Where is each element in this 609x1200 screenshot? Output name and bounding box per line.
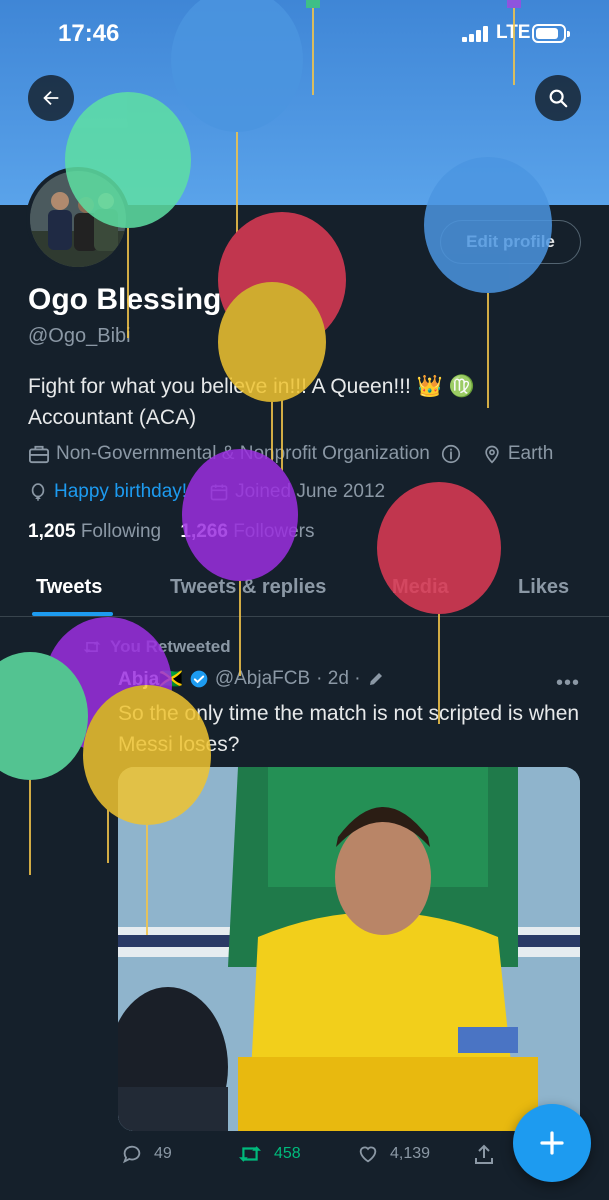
back-button[interactable] (28, 75, 74, 121)
profile-location: Earth (507, 443, 554, 464)
tweet-photo (118, 767, 580, 1131)
tweet-image[interactable] (118, 767, 580, 1131)
retweet-action[interactable]: 458 (236, 1143, 301, 1165)
reply-count: 49 (154, 1145, 172, 1162)
heart-icon (359, 1146, 377, 1163)
arrow-left-icon (43, 90, 59, 106)
search-button[interactable] (535, 75, 581, 121)
share-action[interactable] (472, 1143, 496, 1167)
profile-tabs: Tweets Tweets & replies Media Likes (0, 560, 609, 617)
share-icon (475, 1144, 493, 1164)
status-bar: 17:46 LTE (0, 0, 609, 70)
battery-icon (532, 24, 570, 43)
tab-tweets-replies[interactable]: Tweets & replies (170, 576, 326, 599)
profile-category: Non-Governmental & Nonprofit Organizatio… (56, 443, 430, 464)
briefcase-icon (28, 444, 50, 464)
like-action[interactable]: 4,139 (356, 1143, 430, 1165)
signal-icon (462, 26, 492, 42)
plus-icon (540, 1131, 564, 1155)
profile-meta-row: Happy birthday! Joined June 2012 (28, 481, 385, 503)
following-label: Following (80, 521, 162, 542)
reply-icon (122, 1145, 141, 1164)
balloon-icon (28, 481, 48, 503)
verified-badge-icon (190, 670, 208, 688)
following-link[interactable]: 1,205 Following (28, 521, 161, 542)
edited-pencil-icon[interactable] (367, 670, 385, 688)
tweet-handle[interactable]: @AbjaFCB (215, 668, 310, 690)
like-count: 4,139 (390, 1145, 431, 1162)
profile-meta-row: Non-Governmental & Nonprofit Organizatio… (28, 443, 553, 465)
active-tab-indicator (32, 612, 113, 616)
edit-profile-button[interactable]: Edit profile (440, 220, 581, 264)
following-count: 1,205 (28, 521, 76, 542)
calendar-icon (209, 482, 229, 502)
profile-handle: @Ogo_Bibi (28, 325, 131, 347)
bio-line: Fight for what you believe in!!! A Queen… (28, 375, 475, 398)
retweet-count: 458 (274, 1145, 301, 1162)
more-options-icon[interactable]: ••• (556, 672, 580, 695)
compose-tweet-button[interactable] (513, 1104, 591, 1182)
followers-link[interactable]: 1,266 Followers (180, 521, 314, 542)
birthday-link[interactable]: Happy birthday! (54, 481, 187, 503)
tweet-time: · 2d · (316, 668, 361, 689)
balloon-icon (218, 212, 346, 473)
profile-name: Ogo Blessing (28, 283, 222, 316)
reply-action[interactable]: 49 (120, 1143, 172, 1165)
follow-stats: 1,205 Following 1,266 Followers (28, 521, 315, 543)
tweet-author[interactable]: Abja🇯🇲 (118, 667, 183, 691)
location-icon (482, 443, 502, 465)
tweet-header: Abja🇯🇲 @AbjaFCB · 2d · (118, 667, 385, 691)
retweet-icon (239, 1146, 261, 1162)
tab-tweets[interactable]: Tweets (36, 576, 102, 599)
profile-joined: Joined June 2012 (235, 481, 386, 502)
search-icon (549, 89, 568, 108)
network-type: LTE (496, 22, 531, 43)
followers-label: Followers (233, 521, 315, 542)
avatar-photo (30, 171, 126, 267)
followers-count: 1,266 (180, 521, 228, 542)
avatar[interactable] (26, 167, 130, 271)
tab-likes[interactable]: Likes (518, 576, 569, 599)
tab-media[interactable]: Media (392, 576, 449, 599)
info-icon[interactable] (440, 443, 462, 465)
bio-line: Accountant (ACA) (28, 406, 197, 429)
status-time: 17:46 (58, 20, 120, 47)
retweet-label: You Retweeted (110, 637, 231, 656)
retweet-icon (83, 641, 101, 653)
balloon-icon (0, 652, 88, 875)
tweet-text: So the only time the match is not script… (118, 702, 580, 756)
retweet-context: You Retweeted (82, 637, 231, 657)
profile-bio: Fight for what you believe in!!! A Queen… (28, 371, 588, 433)
